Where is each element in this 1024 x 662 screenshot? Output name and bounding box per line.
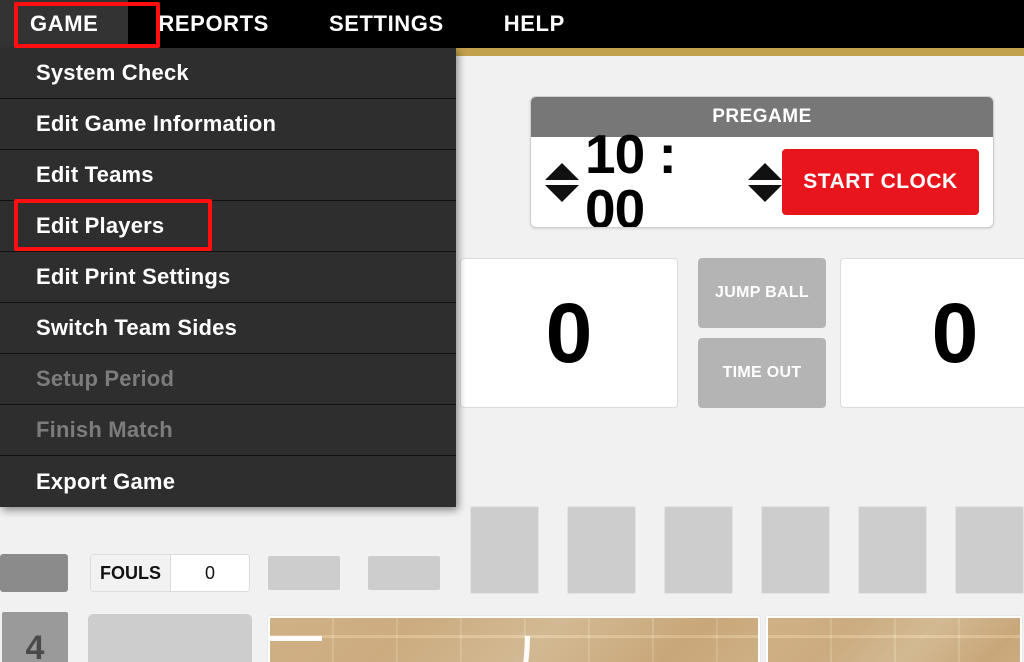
fouls-strip: FOULS 0 — [0, 554, 460, 592]
clock-spinner-right[interactable] — [748, 162, 783, 202]
nav-item-game[interactable]: GAME — [0, 0, 129, 48]
game-clock-panel: PREGAME 10 : 00 START CLOCK — [530, 96, 994, 228]
mid-action-buttons: JUMP BALL TIME OUT — [698, 258, 826, 408]
player-tile[interactable] — [761, 506, 830, 594]
player-tile[interactable] — [567, 506, 636, 594]
player-tile[interactable] — [858, 506, 927, 594]
clock-spinner-left[interactable] — [545, 162, 579, 202]
caret-down-icon[interactable] — [748, 184, 783, 202]
menu-item-system-check[interactable]: System Check — [0, 48, 456, 99]
menu-item-edit-game-information[interactable]: Edit Game Information — [0, 99, 456, 150]
made-button[interactable]: MADE — [88, 614, 252, 662]
clock-time-display[interactable]: 10 : 00 — [579, 127, 748, 228]
clock-controls: 10 : 00 START CLOCK — [531, 127, 993, 227]
menu-item-edit-print-settings[interactable]: Edit Print Settings — [0, 252, 456, 303]
three-point-arc — [270, 636, 530, 662]
nav-item-help[interactable]: HELP — [474, 0, 595, 48]
away-score[interactable]: 0 — [840, 258, 1024, 408]
game-dropdown-menu: System Check Edit Game Information Edit … — [0, 48, 456, 507]
nav-item-reports[interactable]: REPORTS — [128, 0, 299, 48]
menu-item-export-game[interactable]: Export Game — [0, 456, 456, 507]
menu-item-switch-team-sides[interactable]: Switch Team Sides — [0, 303, 456, 354]
start-clock-button[interactable]: START CLOCK — [782, 149, 979, 215]
player-tile[interactable] — [268, 556, 340, 590]
caret-up-icon[interactable] — [748, 162, 783, 180]
player-tile[interactable] — [368, 556, 440, 590]
menu-item-edit-players[interactable]: Edit Players — [0, 201, 456, 252]
fouls-readout[interactable]: FOULS 0 — [90, 554, 250, 592]
scoreboard-app: PREGAME 10 : 00 START CLOCK 0 JUMP BALL … — [0, 0, 1024, 662]
fouls-label: FOULS — [91, 555, 171, 591]
top-navigation-bar: GAME REPORTS SETTINGS HELP — [0, 0, 1024, 48]
court-diagram-right[interactable] — [766, 616, 1022, 662]
court-diagram-left[interactable] — [268, 616, 760, 662]
player-tile[interactable] — [955, 506, 1024, 594]
home-score[interactable]: 0 — [460, 258, 678, 408]
menu-item-finish-match: Finish Match — [0, 405, 456, 456]
menu-item-edit-teams[interactable]: Edit Teams — [0, 150, 456, 201]
player-tile[interactable] — [470, 506, 539, 594]
caret-down-icon[interactable] — [545, 184, 579, 202]
caret-up-icon[interactable] — [545, 162, 579, 180]
player-tile[interactable] — [664, 506, 733, 594]
jump-ball-button[interactable]: JUMP BALL — [698, 258, 826, 328]
time-out-button[interactable]: TIME OUT — [698, 338, 826, 408]
nav-item-settings[interactable]: SETTINGS — [299, 0, 474, 48]
fouls-value[interactable]: 0 — [171, 555, 249, 591]
fouls-side-block — [0, 554, 68, 592]
player-number-tile[interactable]: 4 — [2, 612, 68, 662]
menu-item-setup-period: Setup Period — [0, 354, 456, 405]
bottom-row: 4 MADE — [0, 612, 1024, 662]
